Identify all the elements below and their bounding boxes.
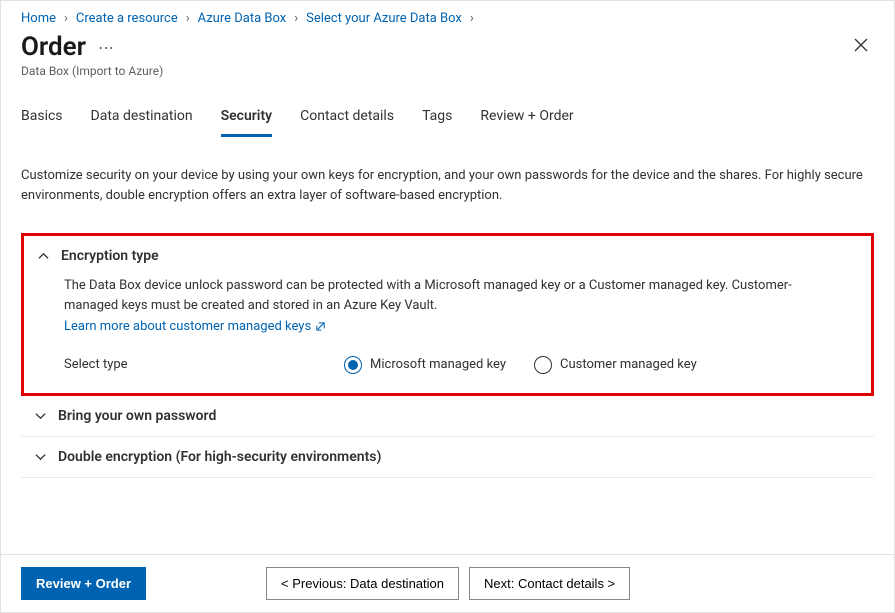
tab-data-destination[interactable]: Data destination — [91, 102, 193, 137]
breadcrumb-link-select-data-box[interactable]: Select your Azure Data Box — [306, 11, 462, 26]
breadcrumb-link-create-resource[interactable]: Create a resource — [76, 11, 178, 26]
close-icon[interactable] — [848, 32, 874, 58]
page-title: Order — [21, 32, 86, 62]
chevron-right-icon: › — [470, 11, 474, 26]
radio-customer-managed-key[interactable]: Customer managed key — [534, 355, 697, 375]
chevron-right-icon: › — [186, 11, 190, 26]
select-type-label: Select type — [64, 355, 344, 375]
breadcrumb-link-azure-data-box[interactable]: Azure Data Box — [198, 11, 287, 26]
tab-security[interactable]: Security — [221, 102, 273, 137]
section-encryption-type: Encryption type The Data Box device unlo… — [21, 233, 874, 396]
section-double-encryption: Double encryption (For high-security env… — [21, 437, 874, 478]
chevron-down-icon — [35, 410, 46, 421]
external-link-icon — [315, 321, 326, 332]
tab-basics[interactable]: Basics — [21, 102, 63, 137]
learn-more-link[interactable]: Learn more about customer managed keys — [64, 317, 326, 337]
tabs: Basics Data destination Security Contact… — [1, 86, 894, 137]
chevron-up-icon — [38, 251, 49, 262]
section-body-encryption: The Data Box device unlock password can … — [24, 276, 871, 393]
tab-review-order[interactable]: Review + Order — [480, 102, 573, 137]
section-title-byop: Bring your own password — [58, 408, 216, 424]
radio-icon — [344, 356, 362, 374]
section-title-encryption: Encryption type — [61, 248, 159, 264]
radio-label-microsoft: Microsoft managed key — [370, 355, 506, 375]
encryption-description: The Data Box device unlock password can … — [64, 276, 831, 316]
previous-button[interactable]: < Previous: Data destination — [266, 567, 459, 600]
next-button[interactable]: Next: Contact details > — [469, 567, 630, 600]
radio-icon — [534, 356, 552, 374]
section-header-byop[interactable]: Bring your own password — [21, 396, 874, 436]
tab-contact-details[interactable]: Contact details — [300, 102, 394, 137]
page-subtitle: Data Box (Import to Azure) — [21, 64, 163, 78]
breadcrumb: Home › Create a resource › Azure Data Bo… — [1, 1, 894, 32]
page-header: Order ⋯ Data Box (Import to Azure) — [1, 32, 894, 86]
chevron-right-icon: › — [64, 11, 68, 26]
tab-tags[interactable]: Tags — [422, 102, 452, 137]
section-title-double: Double encryption (For high-security env… — [58, 449, 381, 465]
review-order-button[interactable]: Review + Order — [21, 567, 146, 600]
learn-more-label: Learn more about customer managed keys — [64, 317, 311, 337]
more-icon[interactable]: ⋯ — [98, 38, 114, 57]
tab-description: Customize security on your device by usi… — [1, 150, 894, 220]
footer: Review + Order < Previous: Data destinat… — [1, 554, 894, 612]
chevron-down-icon — [35, 451, 46, 462]
section-header-double-encryption[interactable]: Double encryption (For high-security env… — [21, 437, 874, 477]
section-header-encryption[interactable]: Encryption type — [24, 236, 871, 276]
radio-microsoft-managed-key[interactable]: Microsoft managed key — [344, 355, 506, 375]
chevron-right-icon: › — [294, 11, 298, 26]
breadcrumb-link-home[interactable]: Home — [21, 11, 56, 26]
radio-label-customer: Customer managed key — [560, 355, 697, 375]
section-bring-your-own-password: Bring your own password — [21, 396, 874, 437]
